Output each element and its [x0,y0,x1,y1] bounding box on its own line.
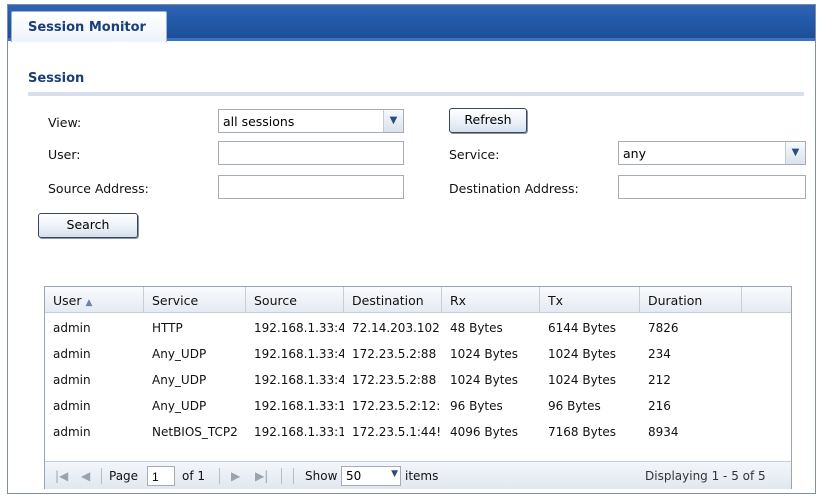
first-page-icon[interactable]: |◀ [55,469,68,483]
section-title: Session [28,71,85,86]
pager-divider [219,468,220,484]
items-label: items [405,469,439,483]
cell-source: 192.168.1.33:4 [254,321,344,335]
cell-destination: 172.23.5.2:88 [352,347,437,361]
cell-tx: 6144 Bytes [548,321,617,335]
cell-source: 192.168.1.33:1 [254,425,344,439]
user-label: User: [48,147,81,162]
cell-rx: 4096 Bytes [450,425,519,439]
cell-destination: 172.23.5.2:88 [352,373,437,387]
cell-source: 192.168.1.33:4 [254,373,344,387]
tab-bar: Session Monitor [8,5,815,42]
cell-rx: 48 Bytes [450,321,503,335]
view-select-value: all sessions [223,114,295,129]
tab-session-monitor[interactable]: Session Monitor [11,11,167,42]
source-address-label: Source Address: [48,181,149,196]
column-header-service[interactable]: Service [144,287,246,312]
column-header-source[interactable]: Source [246,287,344,312]
page-number-input[interactable] [147,466,175,486]
table-row[interactable]: admin Any_UDP 192.168.1.33:4 172.23.5.2:… [45,340,791,366]
cell-user: admin [53,373,91,387]
cell-user: admin [53,347,91,361]
column-header-label: User [53,293,82,308]
cell-tx: 7168 Bytes [548,425,617,439]
cell-duration: 216 [648,399,671,413]
pager-divider [281,468,282,484]
chevron-down-icon[interactable]: ▼ [785,142,805,164]
displaying-status: Displaying 1 - 5 of 5 [645,469,766,483]
page-label: Page [109,469,139,483]
cell-duration: 7826 [648,321,679,335]
chevron-down-icon[interactable]: ▼ [383,110,403,132]
refresh-button[interactable]: Refresh [449,108,527,133]
show-label: Show [305,469,338,483]
chevron-down-icon[interactable]: ▼ [391,469,398,479]
table-row[interactable]: admin Any_UDP 192.168.1.33:4 172.23.5.2:… [45,366,791,392]
cell-user: admin [53,425,91,439]
cell-rx: 96 Bytes [450,399,503,413]
column-header-destination[interactable]: Destination [344,287,442,312]
cell-source: 192.168.1.33:4 [254,347,344,361]
destination-address-label: Destination Address: [449,181,579,196]
page-count-label: of 1 [182,469,206,483]
cell-duration: 234 [648,347,671,361]
column-header-user[interactable]: User ▲ [45,287,144,312]
table-row[interactable]: admin Any_UDP 192.168.1.33:1 172.23.5.2:… [45,392,791,418]
cell-tx: 96 Bytes [548,399,601,413]
cell-tx: 1024 Bytes [548,373,617,387]
cell-rx: 1024 Bytes [450,373,519,387]
cell-duration: 8934 [648,425,679,439]
pager-divider [101,468,102,484]
destination-address-input[interactable] [618,175,806,199]
service-select[interactable]: any ▼ [618,141,806,165]
section-divider [28,92,804,96]
prev-page-icon[interactable]: ◀ [81,469,90,483]
view-select[interactable]: all sessions ▼ [218,109,404,133]
cell-destination: 72.14.203.102 [352,321,440,335]
page-size-select[interactable]: 50 ▼ [341,466,401,486]
column-header-rx[interactable]: Rx [442,287,540,312]
cell-service: Any_UDP [152,347,207,361]
next-page-icon[interactable]: ▶ [231,469,240,483]
search-button[interactable]: Search [38,213,138,238]
cell-source: 192.168.1.33:1 [254,399,344,413]
cell-tx: 1024 Bytes [548,347,617,361]
session-table: User ▲ Service Source Destination Rx Tx D… [44,286,792,489]
session-monitor-panel: Session Monitor Session View: all sessio… [7,4,816,494]
cell-service: NetBIOS_TCP2 [152,425,238,439]
sort-ascending-icon: ▲ [85,298,93,308]
table-row[interactable]: admin NetBIOS_TCP2 192.168.1.33:1 172.23… [45,418,791,444]
cell-service: HTTP [152,321,183,335]
pagination-toolbar: |◀ ◀ Page of 1 ▶ ▶| Show 50 ▼ items Disp… [45,461,791,489]
service-label: Service: [449,147,500,162]
cell-destination: 172.23.5.1:44! [352,425,442,439]
last-page-icon[interactable]: ▶| [255,469,268,483]
user-input[interactable] [218,141,404,165]
cell-duration: 212 [648,373,671,387]
page-size-value: 50 [346,469,362,483]
pager-divider [293,468,294,484]
cell-destination: 172.23.5.2:12: [352,399,441,413]
cell-rx: 1024 Bytes [450,347,519,361]
cell-user: admin [53,399,91,413]
column-header-duration[interactable]: Duration [640,287,742,312]
table-header: User ▲ Service Source Destination Rx Tx D… [45,287,791,313]
column-header-tx[interactable]: Tx [540,287,640,312]
view-label: View: [48,115,82,130]
table-row[interactable]: admin HTTP 192.168.1.33:4 72.14.203.102 … [45,314,791,340]
service-select-value: any [623,146,646,161]
cell-service: Any_UDP [152,399,207,413]
source-address-input[interactable] [218,175,404,199]
cell-service: Any_UDP [152,373,207,387]
cell-user: admin [53,321,91,335]
